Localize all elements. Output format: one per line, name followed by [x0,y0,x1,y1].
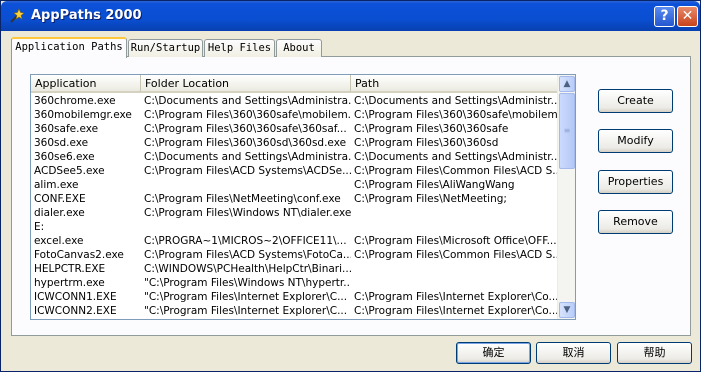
cell-path: C:\Program Files\360\360sd [354,137,499,149]
table-row[interactable]: alim.exe C:\Program Files\AliWangWang [31,178,559,192]
table-row[interactable]: 360mobilemgr.exe C:\Program Files\360\360… [31,108,559,122]
cell-application: HELPCTR.EXE [34,263,106,275]
cell-folder-location: C:\Program Files\360\360safe\360saf... [144,123,347,135]
help-icon[interactable]: ? [654,6,675,27]
cell-folder-location: C:\Program Files\NetMeeting\conf.exe [144,193,341,205]
cell-folder-location [141,178,351,192]
cell-folder-location: C:\Program Files\ACD Systems\ACDSe... [144,165,351,177]
cell-application: ICWCONN2.EXE [34,305,117,317]
app-paths-list[interactable]: Application Folder Location Path 360chro… [30,74,576,320]
table-row[interactable]: 360safe.exe C:\Program Files\360\360safe\… [31,122,559,136]
column-header-folder-location[interactable]: Folder Location [141,75,351,93]
vertical-scrollbar[interactable]: ▲ ≡ ▼ [557,75,575,319]
cell-folder-location: C:\Program Files\Windows NT\dialer.exe [144,207,351,219]
table-row[interactable]: 360chrome.exe C:\Documents and Settings\A… [31,94,559,108]
help-button[interactable]: 帮助 [617,342,692,364]
tab-application-paths[interactable]: Application Paths [11,37,127,58]
cell-application: dialer.exe [34,207,85,219]
cell-folder-location: C:\PROGRA~1\MICROS~2\OFFICE11\... [144,235,347,247]
wand-icon [10,8,24,23]
cell-path: C:\Program Files\360\360safe [354,123,509,135]
cell-path: C:\Documents and Settings\Administr... [354,95,559,107]
cell-folder-location: C:\Program Files\ACD Systems\FotoCa... [144,249,351,261]
cell-folder-location: C:\WINDOWS\PCHealth\HelpCtr\Binari... [144,263,351,275]
cancel-button[interactable]: 取消 [536,342,611,364]
cell-application: E: [34,221,45,233]
cell-path: C:\Program Files\NetMeeting; [354,193,507,205]
cell-path: C:\Program Files\Common Files\ACD S... [354,165,559,177]
cell-application: ACDSee5.exe [34,165,105,177]
create-button[interactable]: Create [598,89,673,113]
window-title: AppPaths 2000 [31,8,142,23]
cell-application: 360se6.exe [34,151,95,163]
modify-button[interactable]: Modify [598,129,673,153]
list-rows: 360chrome.exe C:\Documents and Settings\A… [31,94,559,318]
column-header-application[interactable]: Application [31,75,141,93]
cell-application: hypertrm.exe [34,277,105,289]
scroll-up-icon[interactable]: ▲ [559,76,575,92]
cell-folder-location [141,220,351,234]
table-row[interactable]: ACDSee5.exe C:\Program Files\ACD Systems\… [31,164,559,178]
app-window: AppPaths 2000 ? ✕ Application Paths Run/… [0,0,701,372]
list-header: Application Folder Location Path [31,75,559,93]
table-row[interactable]: CONF.EXE C:\Program Files\NetMeeting\conf… [31,192,559,206]
properties-button[interactable]: Properties [598,170,673,194]
table-row[interactable]: 360sd.exe C:\Program Files\360\360sd\360s… [31,136,559,150]
cell-path [351,276,559,290]
cell-folder-location: "C:\Program Files\Internet Explorer\C... [144,291,348,303]
table-row[interactable]: FotoCanvas2.exe C:\Program Files\ACD Syst… [31,248,559,262]
table-row[interactable]: hypertrm.exe "C:\Program Files\Windows NT… [31,276,559,290]
table-row[interactable]: E: [31,220,559,234]
cell-application: 360chrome.exe [34,95,116,107]
remove-button[interactable]: Remove [598,210,673,234]
cell-path [351,220,559,234]
cell-application: excel.exe [34,235,84,247]
cell-folder-location: "C:\Program Files\Windows NT\hypertr... [144,277,351,289]
cell-application: FotoCanvas2.exe [34,249,124,261]
tab-about[interactable]: About [276,39,322,57]
cell-path: C:\Program Files\Internet Explorer\Co... [354,305,559,317]
scroll-down-icon[interactable]: ▼ [559,302,575,318]
table-row[interactable]: HELPCTR.EXE C:\WINDOWS\PCHealth\HelpCtr\B… [31,262,559,276]
cell-folder-location: "C:\Program Files\Internet Explorer\C... [144,305,348,317]
cell-path [351,262,559,276]
cell-folder-location: C:\Documents and Settings\Administra... [144,95,351,107]
table-row[interactable]: dialer.exe C:\Program Files\Windows NT\di… [31,206,559,220]
cell-application: ICWCONN1.EXE [34,291,117,303]
cell-application: 360safe.exe [34,123,99,135]
table-row[interactable]: ICWCONN2.EXE "C:\Program Files\Internet E… [31,304,559,318]
cell-path: C:\Program Files\AliWangWang [354,179,515,191]
column-header-path[interactable]: Path [351,75,559,93]
cell-path: C:\Program Files\Microsoft Office\OFF... [354,235,557,247]
cell-application: alim.exe [34,179,79,191]
tab-run-startup[interactable]: Run/Startup [128,39,203,57]
cell-path: C:\Program Files\Common Files\ACD S... [354,249,559,261]
close-icon[interactable]: ✕ [677,6,698,27]
table-row[interactable]: excel.exe C:\PROGRA~1\MICROS~2\OFFICE11\.… [31,234,559,248]
cell-folder-location: C:\Documents and Settings\Administra... [144,151,351,163]
ok-button[interactable]: 确定 [456,342,531,364]
cell-path [351,206,559,220]
cell-path: C:\Documents and Settings\Administr... [354,151,559,163]
title-bar[interactable]: AppPaths 2000 ? ✕ [1,1,700,31]
cell-application: 360mobilemgr.exe [34,109,132,121]
cell-application: CONF.EXE [34,193,86,205]
cell-path: C:\Program Files\Internet Explorer\Co... [354,291,559,303]
cell-application: 360sd.exe [34,137,89,149]
cell-path: C:\Program Files\360\360safe\mobilemgr [354,109,559,121]
scroll-thumb[interactable]: ≡ [559,93,575,169]
cell-folder-location: C:\Program Files\360\360safe\mobilem... [144,109,351,121]
table-row[interactable]: ICWCONN1.EXE "C:\Program Files\Internet E… [31,290,559,304]
tab-help-files[interactable]: Help Files [204,39,275,57]
table-row[interactable]: 360se6.exe C:\Documents and Settings\Admi… [31,150,559,164]
cell-folder-location: C:\Program Files\360\360sd\360sd.exe [144,137,347,149]
